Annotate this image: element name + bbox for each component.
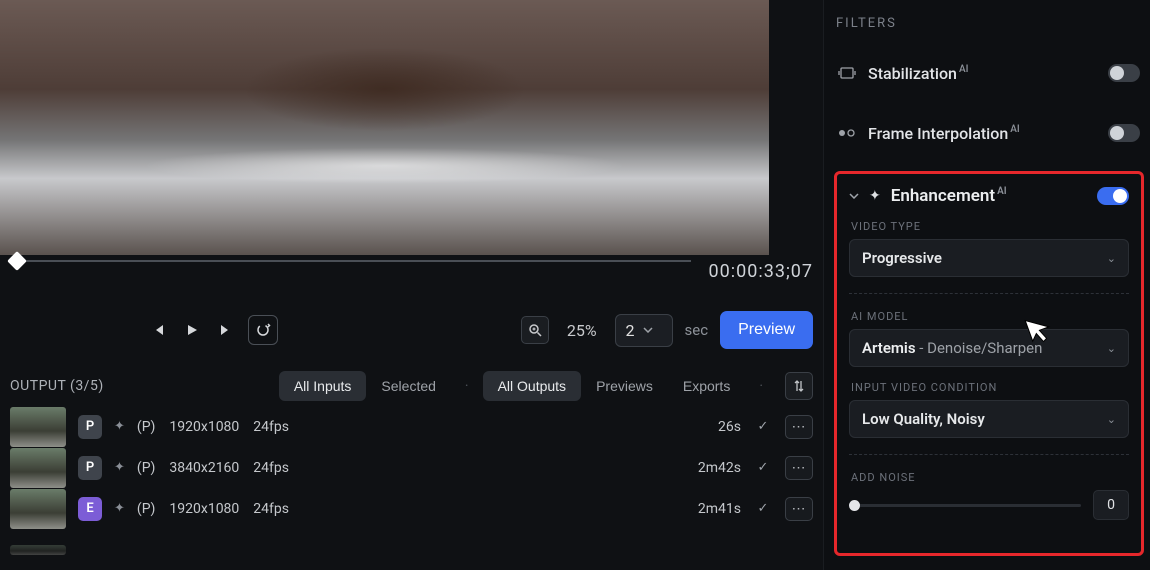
seconds-value: 2 <box>626 321 635 340</box>
row-fps: 24fps <box>253 501 289 517</box>
preview-button[interactable]: Preview <box>720 311 813 349</box>
check-icon: ✓ <box>753 419 773 434</box>
filters-heading: FILTERS <box>834 0 1144 43</box>
filter-frame-interpolation[interactable]: Frame InterpolationAI <box>834 103 1144 163</box>
sparkle-icon: ✦ <box>114 460 125 475</box>
row-mode: (P) <box>137 501 156 517</box>
play-button[interactable] <box>180 318 204 342</box>
video-type-label: VIDEO TYPE <box>851 220 1129 233</box>
row-menu-button[interactable]: ⋯ <box>785 415 813 439</box>
add-noise-slider[interactable] <box>849 504 1081 507</box>
input-filter-tabs: All Inputs Selected <box>279 371 451 401</box>
tab-all-outputs[interactable]: All Outputs <box>483 371 581 401</box>
step-forward-button[interactable] <box>214 318 238 342</box>
divider <box>849 454 1129 455</box>
row-duration: 2m41s <box>698 501 741 517</box>
frame-interpolation-icon <box>838 127 856 139</box>
video-type-value: Progressive <box>862 249 942 267</box>
seconds-select[interactable]: 2 <box>615 314 673 347</box>
output-row[interactable]: P ✦ (P) 3840x2160 24fps 2m42s ✓ ⋯ <box>0 448 823 488</box>
sparkle-icon: ✦ <box>869 188 881 204</box>
ivc-value: Low Quality, Noisy <box>862 410 985 428</box>
chevron-down-icon <box>643 327 653 333</box>
add-noise-value[interactable]: 0 <box>1093 490 1129 520</box>
enhancement-title: EnhancementAI <box>891 186 1007 206</box>
type-badge: P <box>78 456 102 480</box>
add-noise-label: ADD NOISE <box>851 471 1129 484</box>
seconds-unit: sec <box>685 321 709 339</box>
zoom-percentage: 25% <box>567 321 597 340</box>
filters-sidebar: FILTERS StabilizationAI Frame Interpolat… <box>823 0 1150 570</box>
timeline-row: 00:00:33;07 <box>0 255 823 312</box>
video-type-select[interactable]: Progressive ⌄ <box>849 239 1129 277</box>
output-header: OUTPUT (3/5) All Inputs Selected · All O… <box>0 365 823 407</box>
chevron-down-icon: ⌄ <box>1107 252 1116 265</box>
filter-label: Frame InterpolationAI <box>868 124 1020 143</box>
main-area: 00:00:33;07 25% 2 sec Preview <box>0 0 823 570</box>
input-video-condition-label: INPUT VIDEO CONDITION <box>851 381 1129 394</box>
timeline-track[interactable] <box>10 260 691 262</box>
clip-thumbnail <box>10 407 66 447</box>
loop-button[interactable] <box>248 315 278 345</box>
filter-label: StabilizationAI <box>868 64 968 83</box>
step-back-icon <box>151 323 165 337</box>
video-preview[interactable] <box>0 0 769 255</box>
chevron-down-icon: ⌄ <box>1107 413 1116 426</box>
tab-all-inputs[interactable]: All Inputs <box>279 371 367 401</box>
output-filter-tabs: All Outputs Previews Exports <box>483 371 746 401</box>
stabilization-toggle[interactable] <box>1108 64 1140 82</box>
output-count: OUTPUT (3/5) <box>10 378 104 394</box>
tab-selected[interactable]: Selected <box>366 371 450 401</box>
row-resolution: 1920x1080 <box>169 419 239 435</box>
type-badge: E <box>78 497 102 521</box>
collapse-chevron-icon[interactable] <box>849 193 859 199</box>
type-badge: P <box>78 415 102 439</box>
tab-previews[interactable]: Previews <box>581 371 668 401</box>
check-icon: ✓ <box>753 501 773 516</box>
divider <box>849 293 1129 294</box>
step-forward-icon <box>219 323 233 337</box>
row-menu-button[interactable]: ⋯ <box>785 456 813 480</box>
clip-thumbnail <box>10 448 66 488</box>
row-mode: (P) <box>137 419 156 435</box>
ai-model-label: AI MODEL <box>851 310 1129 323</box>
ai-model-value: Artemis - Denoise/Sharpen <box>862 339 1042 357</box>
chevron-down-icon: ⌄ <box>1107 342 1116 355</box>
row-fps: 24fps <box>253 419 289 435</box>
magnifier-icon <box>528 323 542 337</box>
row-resolution: 1920x1080 <box>169 501 239 517</box>
row-resolution: 3840x2160 <box>169 460 239 476</box>
zoom-button[interactable] <box>521 316 549 344</box>
row-duration: 26s <box>718 419 741 435</box>
output-row[interactable]: E ✦ (P) 1920x1080 24fps 2m41s ✓ ⋯ <box>0 489 823 529</box>
sort-icon <box>794 380 804 392</box>
output-row[interactable]: P ✦ (P) 1920x1080 24fps 26s ✓ ⋯ <box>0 407 823 447</box>
stabilization-icon <box>838 66 856 80</box>
ai-model-select[interactable]: Artemis - Denoise/Sharpen ⌄ <box>849 329 1129 367</box>
clip-thumbnail <box>10 489 66 529</box>
row-menu-button[interactable]: ⋯ <box>785 497 813 521</box>
input-video-condition-select[interactable]: Low Quality, Noisy ⌄ <box>849 400 1129 438</box>
step-back-button[interactable] <box>146 318 170 342</box>
check-icon: ✓ <box>753 460 773 475</box>
enhancement-panel: ✦ EnhancementAI VIDEO TYPE Progressive ⌄… <box>834 171 1144 556</box>
timecode: 00:00:33;07 <box>709 261 813 282</box>
sparkle-icon: ✦ <box>114 501 125 516</box>
playback-controls: 25% 2 sec Preview <box>0 308 823 354</box>
row-duration: 2m42s <box>698 460 741 476</box>
row-fps: 24fps <box>253 460 289 476</box>
output-row[interactable] <box>0 530 823 570</box>
sort-button[interactable] <box>785 372 813 400</box>
enhancement-toggle[interactable] <box>1097 187 1129 205</box>
play-icon <box>185 323 199 337</box>
clip-thumbnail <box>10 545 66 555</box>
tab-exports[interactable]: Exports <box>668 371 745 401</box>
frame-interp-toggle[interactable] <box>1108 124 1140 142</box>
output-list: P ✦ (P) 1920x1080 24fps 26s ✓ ⋯ P ✦ (P) … <box>0 407 823 570</box>
row-mode: (P) <box>137 460 156 476</box>
filter-stabilization[interactable]: StabilizationAI <box>834 43 1144 103</box>
sparkle-icon: ✦ <box>114 419 125 434</box>
loop-icon <box>255 322 271 338</box>
